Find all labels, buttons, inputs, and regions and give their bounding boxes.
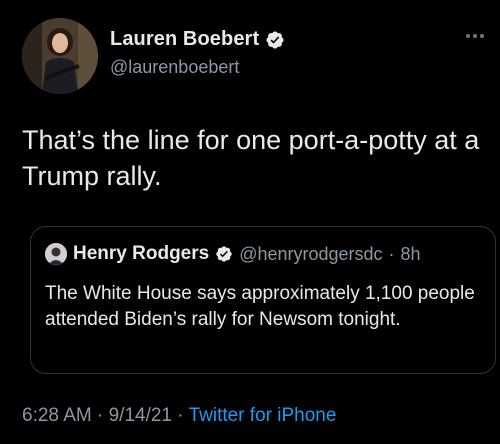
- verified-badge-icon: [265, 30, 285, 50]
- quoted-tweet[interactable]: Henry Rodgers @henryrodgersdc · 8h The W…: [30, 226, 496, 374]
- quoted-tweet-header: Henry Rodgers @henryrodgersdc · 8h: [45, 243, 421, 265]
- author-display-name[interactable]: Lauren Boebert: [110, 28, 259, 51]
- tweet-time[interactable]: 6:28 AM: [22, 405, 92, 426]
- quoted-author-handle: @henryrodgersdc: [239, 243, 383, 264]
- meta-separator: ·: [91, 405, 109, 426]
- quoted-separator: ·: [388, 243, 395, 264]
- profile-photo-icon: [22, 18, 98, 94]
- tweet-card: Lauren Boebert @laurenboebert That’s the…: [0, 0, 500, 444]
- more-options-icon[interactable]: [466, 34, 484, 38]
- author-handle[interactable]: @laurenboebert: [110, 57, 239, 78]
- more-dot: [466, 34, 470, 38]
- tweet-date[interactable]: 9/14/21: [109, 405, 172, 426]
- tweet-source-link[interactable]: Twitter for iPhone: [189, 405, 337, 426]
- tweet-text: That’s the line for one port-a-potty at …: [22, 125, 480, 191]
- quoted-author-avatar: [45, 243, 67, 265]
- quoted-author-display-name: Henry Rodgers: [73, 243, 210, 264]
- author-name-row[interactable]: Lauren Boebert: [110, 28, 285, 51]
- more-dot: [473, 34, 477, 38]
- meta-separator: ·: [172, 405, 189, 426]
- tweet-metadata: 6:28 AM · 9/14/21 · Twitter for iPhone: [22, 405, 336, 427]
- quoted-tweet-text: The White House says approximately 1,100…: [45, 283, 475, 330]
- quoted-timestamp: 8h: [400, 243, 421, 264]
- more-dot: [480, 34, 484, 38]
- verified-badge-icon: [215, 245, 233, 263]
- author-avatar[interactable]: [22, 18, 98, 94]
